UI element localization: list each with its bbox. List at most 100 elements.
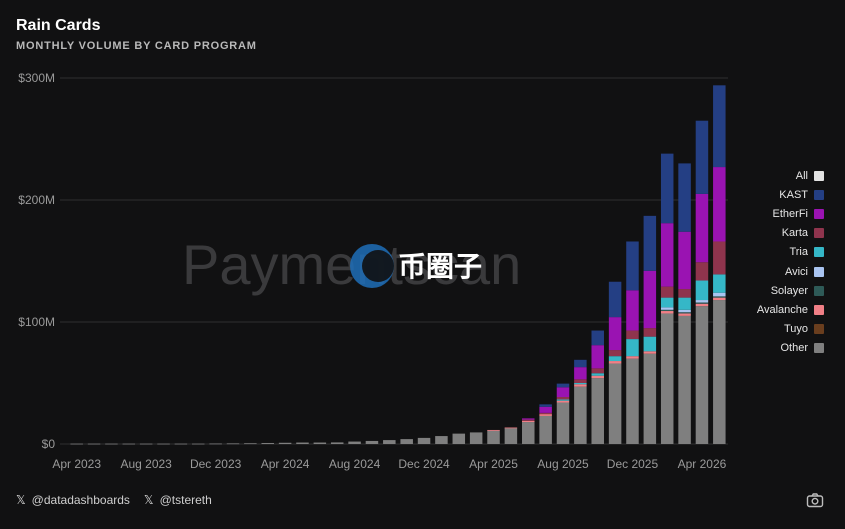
- bar-segment-etherfi[interactable]: [522, 418, 535, 420]
- bar-segment-other[interactable]: [261, 443, 274, 444]
- bar-segment-avici[interactable]: [660, 307, 674, 310]
- bar-segment-other[interactable]: [226, 443, 240, 445]
- bar-segment-etherfi[interactable]: [695, 193, 709, 263]
- bar-segment-etherfi[interactable]: [574, 367, 587, 380]
- bar-segment-kast[interactable]: [695, 120, 709, 194]
- bar-segment-tria[interactable]: [678, 297, 691, 310]
- bar-segment-karta[interactable]: [608, 350, 622, 357]
- bar-segment-kast[interactable]: [608, 281, 622, 318]
- bar-segment-other[interactable]: [365, 440, 379, 444]
- bar-segment-kast[interactable]: [574, 359, 587, 368]
- legend-item-other[interactable]: Other: [740, 339, 824, 358]
- bar-segment-tria[interactable]: [556, 399, 570, 401]
- legend-item-kast[interactable]: KAST: [740, 185, 824, 204]
- bar-segment-etherfi[interactable]: [539, 406, 552, 413]
- bar-segment-tria[interactable]: [695, 280, 709, 301]
- bar-segment-karta[interactable]: [556, 397, 570, 400]
- bar-segment-karta[interactable]: [678, 289, 691, 298]
- bar-segment-avici[interactable]: [678, 309, 691, 313]
- bar-segment-other[interactable]: [105, 443, 118, 445]
- bar-segment-other[interactable]: [660, 313, 674, 444]
- bar-segment-other[interactable]: [504, 428, 518, 444]
- bar-segment-other[interactable]: [87, 443, 101, 445]
- bar-segment-avalanche[interactable]: [678, 313, 691, 316]
- bar-segment-karta[interactable]: [660, 286, 674, 298]
- bar-segment-other[interactable]: [626, 358, 639, 444]
- bar-segment-avalanche[interactable]: [574, 384, 587, 387]
- bar-segment-etherfi[interactable]: [643, 270, 657, 329]
- bar-segment-etherfi[interactable]: [591, 345, 604, 369]
- bar-segment-solayer[interactable]: [660, 309, 674, 312]
- bar-segment-karta[interactable]: [574, 379, 587, 383]
- bar-segment-etherfi[interactable]: [626, 290, 639, 331]
- bar-segment-other[interactable]: [452, 433, 466, 444]
- legend-item-all[interactable]: All: [740, 166, 824, 185]
- bar-segment-avalanche[interactable]: [539, 414, 552, 416]
- bar-segment-avalanche[interactable]: [522, 420, 535, 423]
- bar-segment-other[interactable]: [713, 300, 726, 444]
- camera-icon[interactable]: [806, 492, 824, 508]
- bar-segment-tria[interactable]: [608, 356, 622, 362]
- bar-segment-kast[interactable]: [713, 85, 726, 168]
- bar-segment-karta[interactable]: [643, 328, 657, 337]
- bar-segment-other[interactable]: [348, 441, 361, 444]
- legend-item-avalanche[interactable]: Avalanche: [740, 300, 824, 319]
- bar-segment-other[interactable]: [608, 363, 622, 444]
- bar-segment-tria[interactable]: [574, 383, 587, 385]
- bar-segment-avici[interactable]: [713, 292, 726, 297]
- bar-segment-other[interactable]: [192, 443, 205, 445]
- bar-segment-other[interactable]: [278, 442, 292, 444]
- bar-segment-other[interactable]: [539, 415, 552, 444]
- bar-segment-other[interactable]: [591, 378, 604, 444]
- bar-segment-kast[interactable]: [660, 153, 674, 224]
- bar-segment-avalanche[interactable]: [504, 427, 518, 429]
- bar-segment-karta[interactable]: [522, 419, 535, 421]
- bar-segment-other[interactable]: [383, 440, 396, 444]
- bar-segment-kast[interactable]: [626, 241, 639, 291]
- bar-segment-solayer[interactable]: [695, 302, 709, 304]
- bar-segment-karta[interactable]: [626, 330, 639, 340]
- bar-segment-tria[interactable]: [713, 274, 726, 293]
- bar-segment-etherfi[interactable]: [660, 223, 674, 287]
- footer-link-tstereth[interactable]: 𝕏 @tstereth: [144, 493, 212, 507]
- bar-segment-solayer[interactable]: [678, 312, 691, 314]
- footer-link-datadashboards[interactable]: 𝕏 @datadashboards: [16, 493, 130, 507]
- bar-segment-other[interactable]: [469, 432, 483, 444]
- bar-segment-tria[interactable]: [626, 339, 639, 357]
- bar-segment-avalanche[interactable]: [487, 429, 500, 431]
- bar-segment-kast[interactable]: [591, 330, 604, 346]
- bar-segment-other[interactable]: [296, 442, 309, 444]
- legend-item-etherfi[interactable]: EtherFi: [740, 204, 824, 223]
- bar-segment-other[interactable]: [122, 443, 136, 445]
- bar-segment-other[interactable]: [417, 437, 431, 444]
- legend-item-avici[interactable]: Avici: [740, 262, 824, 281]
- bar-segment-other[interactable]: [574, 386, 587, 444]
- bar-segment-kast[interactable]: [643, 215, 657, 271]
- bar-segment-avalanche[interactable]: [695, 303, 709, 307]
- bar-segment-kast[interactable]: [539, 404, 552, 407]
- bar-segment-other[interactable]: [400, 439, 413, 444]
- bar-segment-karta[interactable]: [539, 412, 552, 415]
- bar-segment-other[interactable]: [556, 402, 570, 444]
- bar-segment-tria[interactable]: [660, 297, 674, 308]
- bar-segment-avalanche[interactable]: [556, 400, 570, 403]
- bar-segment-karta[interactable]: [695, 262, 709, 281]
- legend-item-karta[interactable]: Karta: [740, 224, 824, 243]
- bar-segment-other[interactable]: [678, 315, 691, 444]
- bar-segment-other[interactable]: [313, 442, 327, 444]
- bar-segment-other[interactable]: [174, 443, 188, 445]
- bar-segment-avalanche[interactable]: [713, 297, 726, 301]
- bar-segment-other[interactable]: [157, 443, 170, 445]
- bar-segment-karta[interactable]: [591, 368, 604, 374]
- bar-segment-other[interactable]: [330, 442, 344, 444]
- bar-segment-etherfi[interactable]: [678, 231, 691, 290]
- legend-item-solayer[interactable]: Solayer: [740, 281, 824, 300]
- bar-segment-other[interactable]: [70, 443, 83, 445]
- legend-item-tria[interactable]: Tria: [740, 243, 824, 262]
- bar-segment-avalanche[interactable]: [626, 356, 639, 359]
- bar-segment-other[interactable]: [643, 353, 657, 444]
- bar-segment-etherfi[interactable]: [713, 167, 726, 242]
- bar-segment-avalanche[interactable]: [660, 311, 674, 314]
- bar-segment-karta[interactable]: [713, 241, 726, 275]
- bar-segment-solayer[interactable]: [713, 296, 726, 298]
